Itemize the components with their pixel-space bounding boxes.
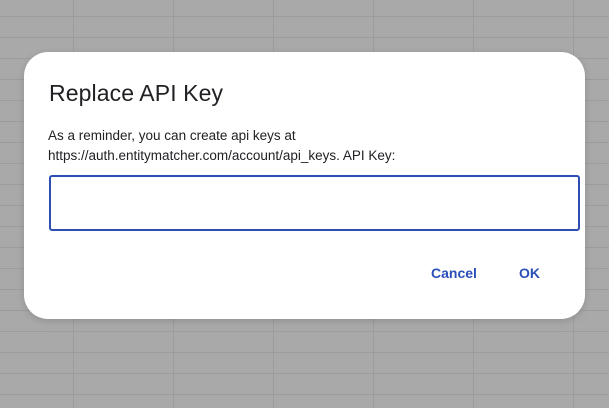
api-key-input[interactable]	[49, 175, 580, 231]
dialog-message-line2: https://auth.entitymatcher.com/account/a…	[48, 148, 396, 163]
dialog-title: Replace API Key	[49, 80, 224, 106]
ok-button[interactable]: OK	[515, 258, 544, 288]
cancel-button[interactable]: Cancel	[427, 258, 481, 288]
dialog-message-line1: As a reminder, you can create api keys a…	[48, 128, 296, 143]
replace-api-key-dialog: Replace API Key As a reminder, you can c…	[24, 52, 585, 319]
dialog-message: As a reminder, you can create api keys a…	[48, 126, 568, 166]
